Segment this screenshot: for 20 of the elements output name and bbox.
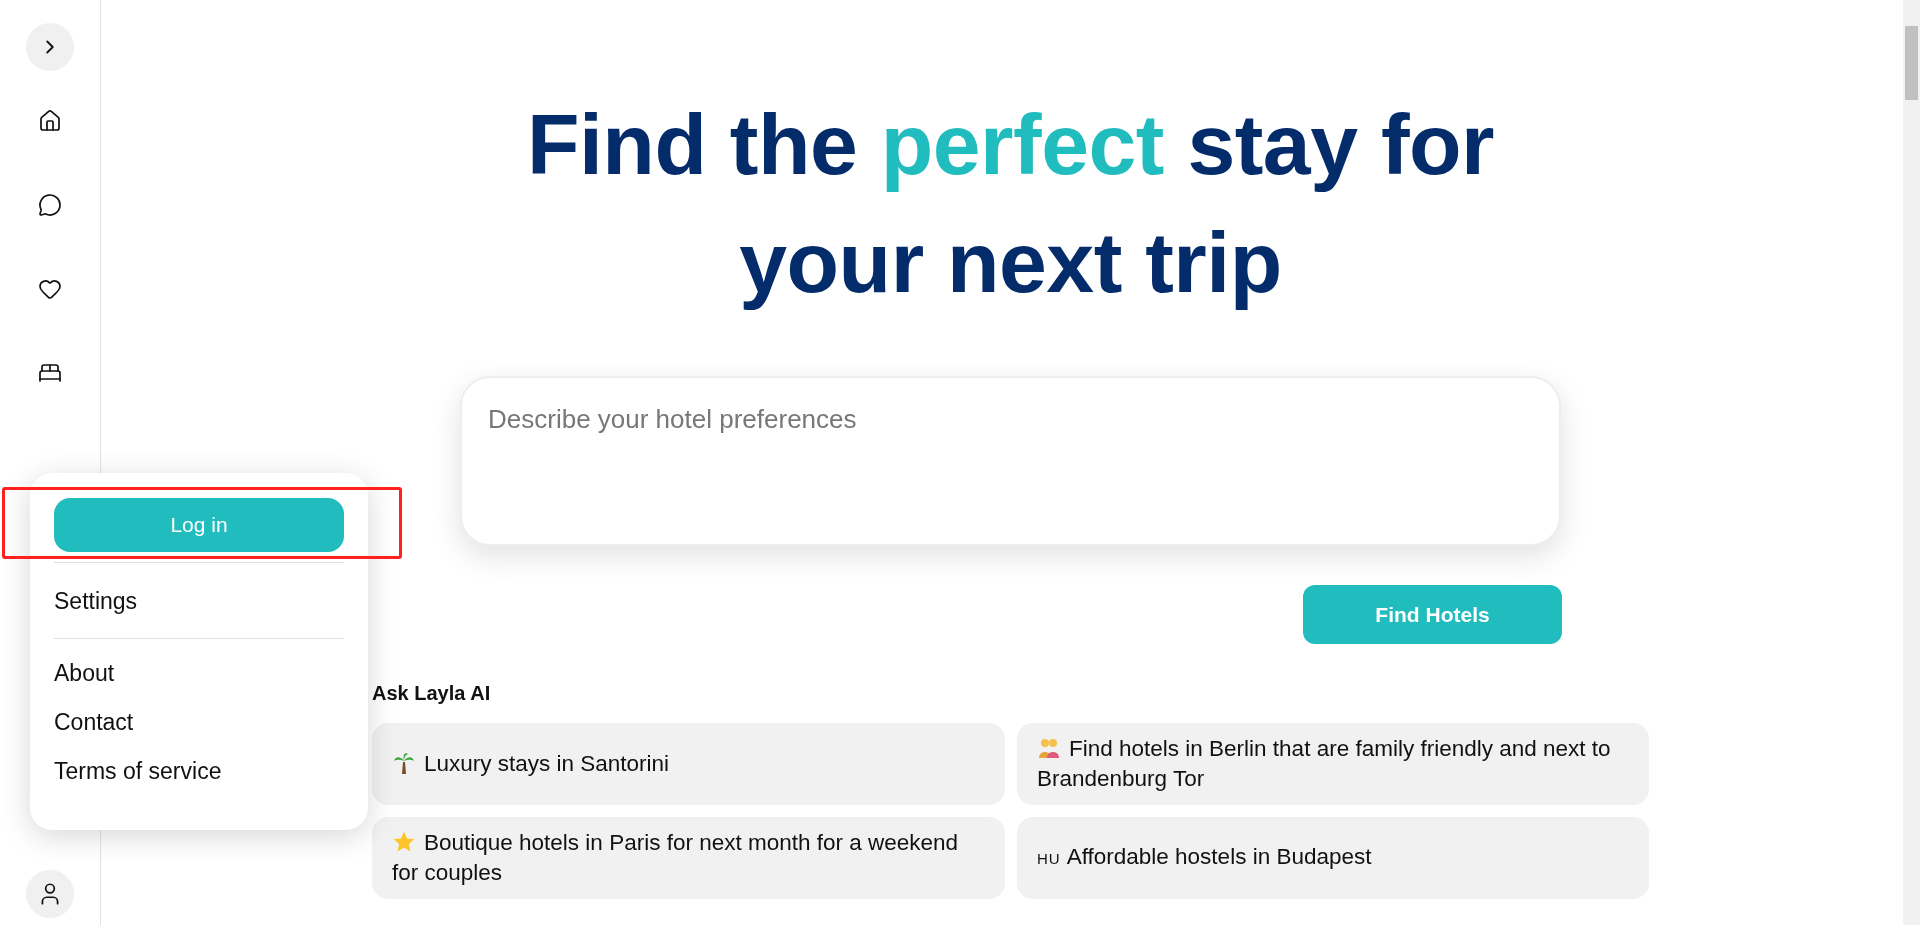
home-icon[interactable] xyxy=(38,109,62,133)
chat-icon[interactable] xyxy=(38,193,62,217)
suggestion-card[interactable]: Find hotels in Berlin that are family friendly and next to Brandenburg Tor xyxy=(1017,723,1649,805)
suggestion-card[interactable]: HU Affordable hostels in Budapest xyxy=(1017,817,1649,899)
menu-item[interactable]: About xyxy=(54,649,344,698)
suggestion-card[interactable]: Boutique hotels in Paris for next month for a weekend for couples xyxy=(372,817,1005,899)
star-icon xyxy=(392,830,416,854)
menu-item[interactable]: Settings xyxy=(54,577,344,626)
headline: Find the perfect stay for your next trip xyxy=(526,95,1495,312)
couple-icon xyxy=(1037,736,1061,760)
palm-tree-icon xyxy=(392,751,416,775)
suggestion-card[interactable]: Luxury stays in Santorini xyxy=(372,723,1005,805)
scrollbar[interactable] xyxy=(1903,0,1920,925)
heart-icon[interactable] xyxy=(38,277,62,301)
menu-item[interactable]: Terms of service xyxy=(54,747,344,796)
menu-item[interactable]: Contact xyxy=(54,698,344,747)
bed-icon[interactable] xyxy=(38,361,62,385)
section-title: Ask Layla AI xyxy=(372,682,492,705)
search-field[interactable]: Describe your hotel preferences xyxy=(460,376,1561,546)
user-avatar-button[interactable] xyxy=(26,870,74,918)
